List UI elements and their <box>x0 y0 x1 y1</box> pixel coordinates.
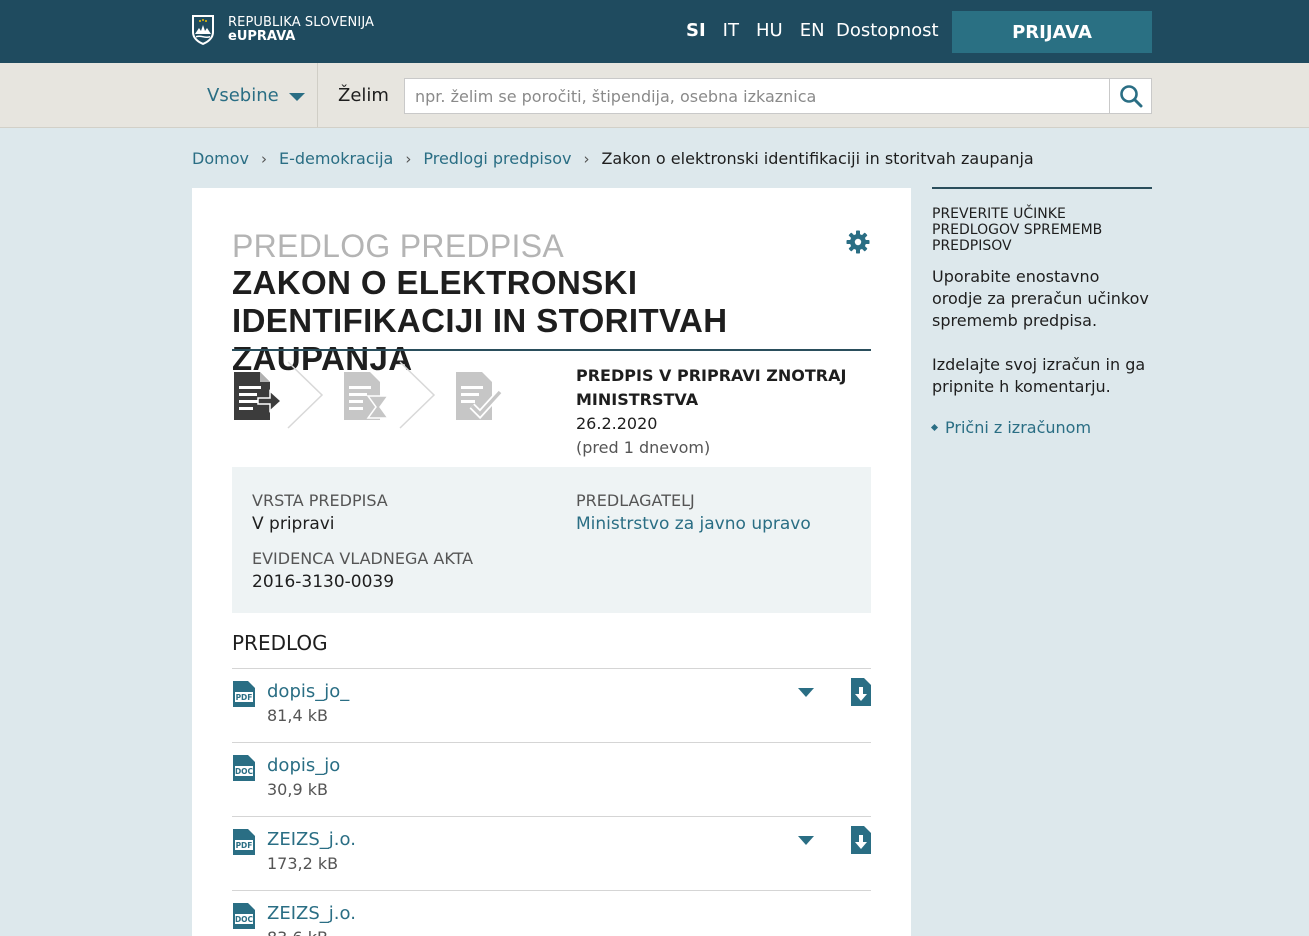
file-type-label: PDF <box>236 693 253 702</box>
breadcrumb-e-democracy[interactable]: E-demokracija <box>279 149 393 168</box>
accessibility-link[interactable]: Dostopnost <box>836 20 939 41</box>
chevron-down-icon <box>288 92 305 101</box>
lang-en[interactable]: EN <box>800 20 825 41</box>
metadata-box: VRSTA PREDPISA V pripravi PREDLAGATELJ M… <box>232 467 871 613</box>
evidence-value: 2016-3130-0039 <box>252 572 395 592</box>
file-name-link[interactable]: dopis_jo <box>267 755 340 776</box>
file-row: DOC dopis_jo 30,9 kB <box>232 742 871 816</box>
divider <box>932 187 1152 189</box>
process-steps <box>232 360 532 446</box>
bullet-icon <box>930 423 939 432</box>
search-button[interactable] <box>1109 78 1152 114</box>
evidence-label: EVIDENCA VLADNEGA AKTA <box>252 549 474 568</box>
pdf-file-icon: PDF <box>233 829 255 855</box>
start-calculation-link[interactable]: Prični z izračunom <box>930 418 1152 437</box>
status-date: 26.2.2020 <box>576 414 658 433</box>
status-block: PREDPIS V PRIPRAVI ZNOTRAJ MINISTRSTVA 2… <box>576 364 866 460</box>
divider <box>232 349 871 351</box>
type-value: V pripravi <box>252 514 335 534</box>
file-row: DOC ZEIZS_j.o. 83,6 kB <box>232 890 871 936</box>
start-calculation-label: Prični z izračunom <box>945 418 1092 437</box>
want-label: Želim <box>338 85 389 106</box>
pdf-file-icon: PDF <box>233 681 255 707</box>
file-name-link[interactable]: ZEIZS_j.o. <box>267 829 356 850</box>
doc-file-icon: DOC <box>233 903 255 929</box>
step-chevron-icon <box>287 361 324 429</box>
content-menu-button[interactable]: Vsebine <box>207 85 305 106</box>
file-name-link[interactable]: ZEIZS_j.o. <box>267 903 356 924</box>
brand-logo[interactable]: REPUBLIKA SLOVENIJA eUPRAVA <box>190 14 374 46</box>
breadcrumb-proposals[interactable]: Predlogi predpisov <box>423 149 571 168</box>
breadcrumb-home[interactable]: Domov <box>192 149 249 168</box>
breadcrumb-separator: › <box>260 149 267 168</box>
proposer-label: PREDLAGATELJ <box>576 491 695 510</box>
brand-line1: REPUBLIKA SLOVENIJA <box>228 15 375 30</box>
breadcrumb-separator: › <box>405 149 412 168</box>
file-size: 173,2 kB <box>267 854 339 873</box>
file-row: PDF ZEIZS_j.o. 173,2 kB <box>232 816 871 890</box>
lang-it[interactable]: IT <box>723 20 739 41</box>
file-size: 30,9 kB <box>267 780 328 799</box>
document-hourglass-icon <box>344 372 390 420</box>
search-bar: Vsebine Želim <box>0 63 1309 128</box>
gear-icon[interactable] <box>846 230 870 254</box>
top-bar: REPUBLIKA SLOVENIJA eUPRAVA SI IT HU EN … <box>0 0 1309 63</box>
coat-of-arms-icon <box>192 15 214 45</box>
doc-file-icon: DOC <box>233 755 255 781</box>
sidebar-text: Izdelajte svoj izračun in ga pripnite h … <box>932 355 1146 396</box>
search-input[interactable] <box>404 78 1110 114</box>
status-relative-time: (pred 1 dnevom) <box>576 438 711 457</box>
search-icon <box>1119 85 1142 108</box>
step-chevron-icon <box>399 361 436 429</box>
language-switcher: SI IT HU EN <box>686 20 842 41</box>
section-title: PREDLOG <box>232 631 328 655</box>
download-icon[interactable] <box>850 825 872 855</box>
content-menu-label: Vsebine <box>207 85 279 106</box>
download-icon[interactable] <box>850 677 872 707</box>
sidebar-panel: PREVERITE UČINKE PREDLOGOV SPREMEMB PRED… <box>930 187 1152 437</box>
file-name-link[interactable]: dopis_jo_ <box>267 681 349 702</box>
breadcrumb-separator: › <box>583 149 590 168</box>
sidebar-title: PREVERITE UČINKE PREDLOGOV SPREMEMB PRED… <box>932 206 1103 254</box>
file-size: 81,4 kB <box>267 706 328 725</box>
file-type-label: DOC <box>235 915 254 924</box>
expand-toggle-icon[interactable] <box>798 836 814 845</box>
file-row: PDF dopis_jo_ 81,4 kB <box>232 668 871 742</box>
divider <box>317 63 318 127</box>
login-button[interactable]: PRIJAVA <box>952 11 1152 53</box>
lang-hu[interactable]: HU <box>756 20 783 41</box>
expand-toggle-icon[interactable] <box>798 688 814 697</box>
type-label: VRSTA PREDPISA <box>252 491 388 510</box>
proposal-card: PREDLOG PREDPISA ZAKON O ELEKTRONSKI IDE… <box>192 188 911 936</box>
file-type-label: DOC <box>235 767 254 776</box>
document-check-icon <box>456 372 503 420</box>
file-type-label: PDF <box>236 841 253 850</box>
file-size: 83,6 kB <box>267 928 328 936</box>
breadcrumb: Domov › E-demokracija › Predlogi predpis… <box>192 149 1034 168</box>
document-type-heading: PREDLOG PREDPISA <box>232 228 565 264</box>
proposer-link[interactable]: Ministrstvo za javno upravo <box>576 514 811 534</box>
breadcrumb-current: Zakon o elektronski identifikaciji in st… <box>601 149 1034 168</box>
status-title: PREDPIS V PRIPRAVI ZNOTRAJ MINISTRSTVA <box>576 366 847 409</box>
brand-line2: eUPRAVA <box>228 29 296 44</box>
sidebar-text: Uporabite enostavno orodje za preračun u… <box>932 267 1149 330</box>
document-send-icon <box>234 372 282 420</box>
lang-si[interactable]: SI <box>686 20 706 41</box>
